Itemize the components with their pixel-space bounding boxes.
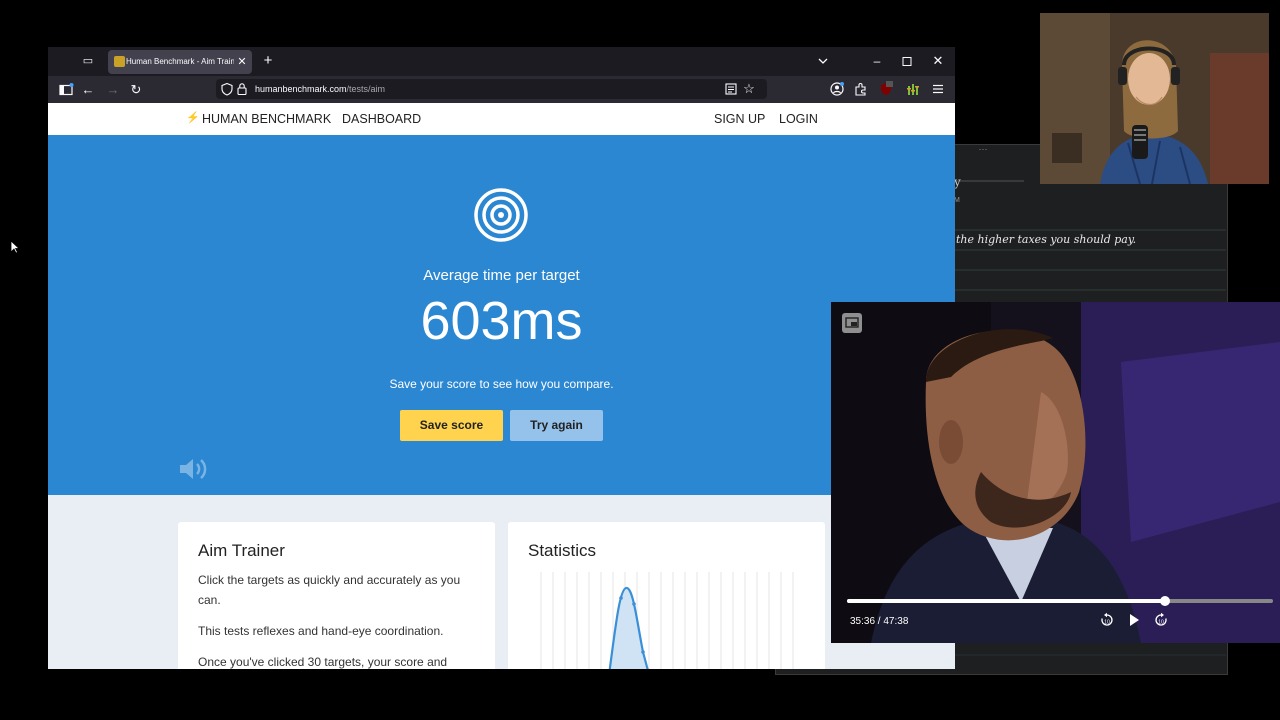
maximize-icon[interactable] <box>900 53 914 69</box>
back-arrow-icon[interactable]: ← <box>80 82 96 98</box>
account-icon[interactable] <box>829 81 845 97</box>
save-prompt: Save your score to see how you compare. <box>389 377 614 391</box>
nav-dashboard[interactable]: DASHBOARD <box>342 111 421 127</box>
card-title: Aim Trainer <box>198 541 285 560</box>
mouse-cursor-icon <box>10 240 20 254</box>
reload-icon[interactable]: ↻ <box>128 82 144 98</box>
chevron-down-icon[interactable] <box>816 54 830 68</box>
progress-fill <box>847 599 1166 603</box>
tab-title: Human Benchmark - Aim Trainer <box>126 57 234 66</box>
save-score-button[interactable]: Save score <box>400 410 503 441</box>
statistics-card: Statistics <box>508 522 825 669</box>
new-tab-icon[interactable]: + <box>260 53 276 69</box>
play-icon[interactable] <box>1126 612 1142 628</box>
tab-strip: ▭ Human Benchmark - Aim Trainer ✕ + – ✕ <box>48 47 955 76</box>
video-player[interactable]: 35:36 / 47:38 10 10 <box>831 302 1280 643</box>
tab-aim-trainer[interactable]: Human Benchmark - Aim Trainer ✕ <box>108 50 252 74</box>
card-title: Statistics <box>528 541 597 560</box>
shield-icon[interactable] <box>220 82 234 96</box>
equalizer-icon[interactable] <box>905 81 921 97</box>
card-paragraph: This tests reflexes and hand-eye coordin… <box>198 624 444 638</box>
svg-text:10: 10 <box>1104 619 1110 625</box>
notes-handwriting: the higher taxes you should pay. <box>956 233 1137 246</box>
tab-overview-icon[interactable]: ▭ <box>81 55 95 67</box>
results-hero: Average time per target 603ms Save your … <box>48 135 955 495</box>
target-icon <box>474 188 528 242</box>
minimize-icon[interactable]: – <box>870 53 884 69</box>
login-link[interactable]: LOGIN <box>779 111 818 127</box>
distribution-chart <box>540 572 794 669</box>
close-tab-icon[interactable]: ✕ <box>236 55 248 69</box>
window-close-icon[interactable]: ✕ <box>931 53 945 69</box>
webcam-overlay <box>1040 13 1269 184</box>
rewind-10-icon[interactable]: 10 <box>1099 612 1115 628</box>
ublock-icon[interactable] <box>878 81 894 97</box>
result-subtitle: Average time per target <box>423 267 580 284</box>
address-bar[interactable]: humanbenchmark.com/tests/aim ☆ <box>216 79 767 99</box>
notes-heading-fragment: y <box>954 175 961 189</box>
site-header: ⚡ HUMAN BENCHMARK DASHBOARD SIGN UP LOGI… <box>48 103 955 135</box>
time-display: 35:36 / 47:38 <box>850 616 909 627</box>
card-paragraph: Click the targets as quickly and accurat… <box>198 573 461 607</box>
video-frame <box>831 302 1280 643</box>
web-page: ⚡ HUMAN BENCHMARK DASHBOARD SIGN UP LOGI… <box>48 103 955 669</box>
drag-handle-icon[interactable]: ··· <box>976 145 990 155</box>
menu-icon[interactable] <box>930 81 946 97</box>
try-again-button[interactable]: Try again <box>510 410 603 441</box>
forward-arrow-icon[interactable]: → <box>105 82 121 98</box>
about-card: Aim Trainer Click the targets as quickly… <box>178 522 495 669</box>
sidebar-icon[interactable] <box>58 82 74 98</box>
sign-up-link[interactable]: SIGN UP <box>714 111 765 127</box>
progress-bar[interactable] <box>847 596 1273 606</box>
score-value: 603ms <box>420 291 583 351</box>
navigation-toolbar: ← → ↻ humanbenchmark.com/tests/aim ☆ <box>48 76 955 103</box>
url-host: humanbenchmark.com <box>255 84 347 94</box>
card-paragraph: Once you've clicked 30 targets, your sco… <box>198 655 448 669</box>
browser-window: ▭ Human Benchmark - Aim Trainer ✕ + – ✕ … <box>48 47 955 669</box>
brand-link[interactable]: HUMAN BENCHMARK <box>202 111 331 127</box>
favicon-icon <box>114 56 125 67</box>
forward-10-icon[interactable]: 10 <box>1153 612 1169 628</box>
bookmark-star-icon[interactable]: ☆ <box>742 81 756 97</box>
extensions-icon[interactable] <box>853 81 869 97</box>
picture-in-picture-icon[interactable] <box>842 313 862 333</box>
speaker-icon[interactable] <box>178 455 210 483</box>
reader-view-icon[interactable] <box>724 82 738 96</box>
lock-icon[interactable] <box>236 82 248 96</box>
lightning-bolt-icon: ⚡ <box>186 112 200 124</box>
url-text[interactable]: humanbenchmark.com/tests/aim <box>255 82 385 96</box>
svg-text:10: 10 <box>1158 619 1164 625</box>
url-path: /tests/aim <box>346 84 386 94</box>
